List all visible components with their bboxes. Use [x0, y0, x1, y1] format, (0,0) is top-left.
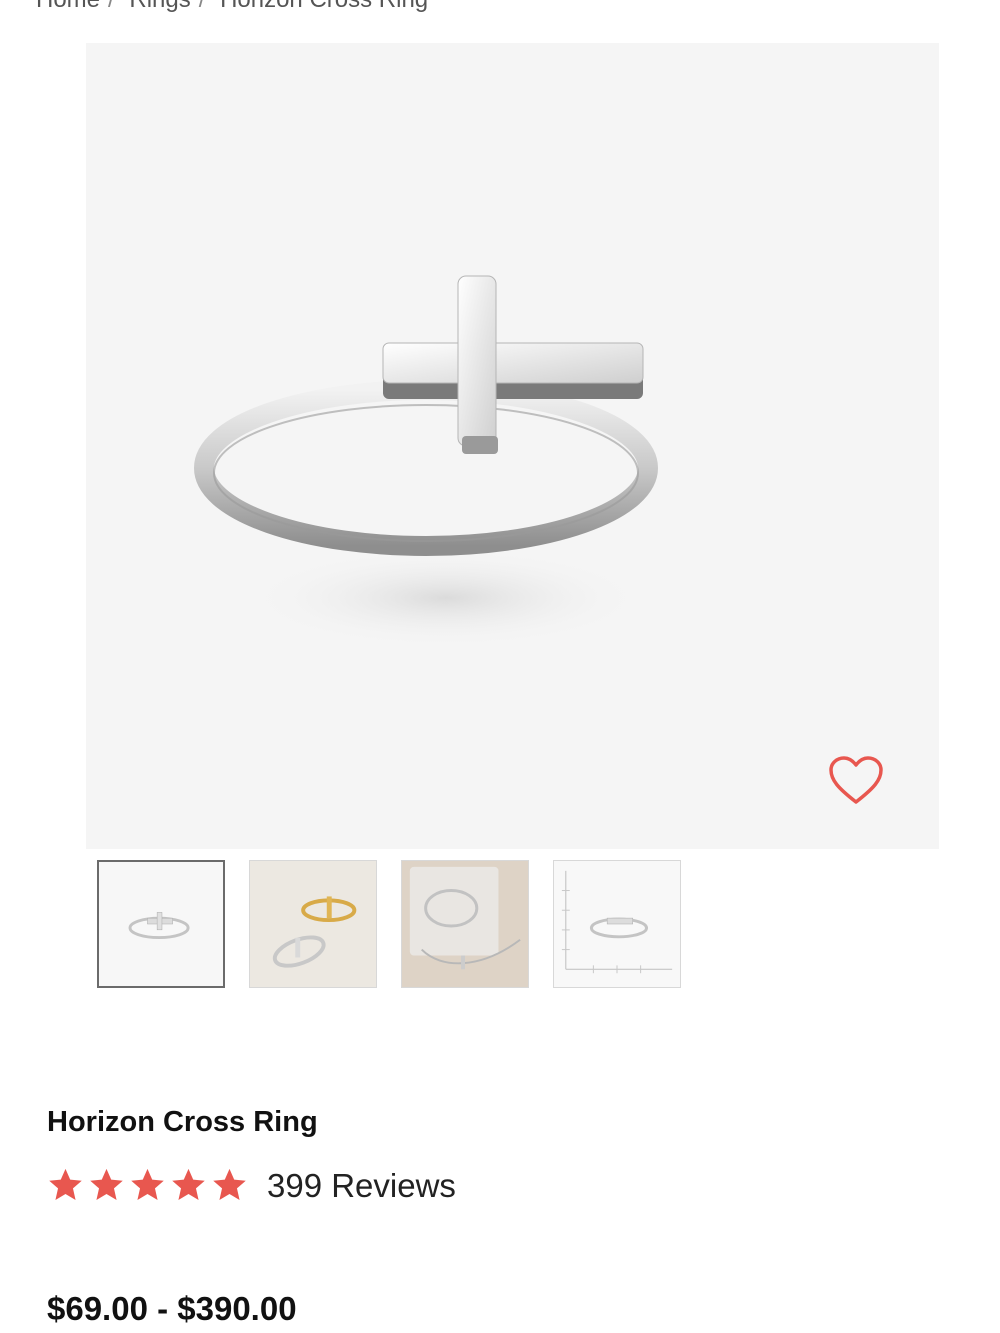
thumbnail-ring-size-chart[interactable] [553, 860, 681, 988]
ring-image [194, 275, 658, 648]
star-rating [46, 1166, 249, 1205]
breadcrumb-home[interactable]: Home [36, 0, 100, 13]
breadcrumb-current: Horizon Cross Ring [220, 0, 428, 13]
price-range: $69.00 - $390.00 [47, 1290, 297, 1327]
breadcrumb: Home/ Rings/ Horizon Cross Ring [36, 0, 436, 14]
star-icon [90, 1168, 123, 1200]
reviews-link[interactable]: 399 Reviews [267, 1167, 456, 1205]
thumbnail-ring-with-necklace[interactable] [401, 860, 529, 988]
breadcrumb-rings[interactable]: Rings [129, 0, 190, 13]
product-title: Horizon Cross Ring [47, 1106, 318, 1138]
star-icon [49, 1168, 82, 1200]
thumbnail-gold-and-silver-rings[interactable] [249, 860, 377, 988]
product-page: Home/ Rings/ Horizon Cross Ring [0, 0, 1000, 1333]
thumbnail-strip [97, 860, 681, 988]
star-icon [172, 1168, 205, 1200]
favorite-heart-icon[interactable] [828, 755, 884, 807]
star-icon [213, 1168, 246, 1200]
thumbnail-silver-ring[interactable] [97, 860, 225, 988]
main-product-image[interactable] [86, 43, 939, 849]
product-rating[interactable]: 399 Reviews [46, 1166, 456, 1205]
star-icon [131, 1168, 164, 1200]
